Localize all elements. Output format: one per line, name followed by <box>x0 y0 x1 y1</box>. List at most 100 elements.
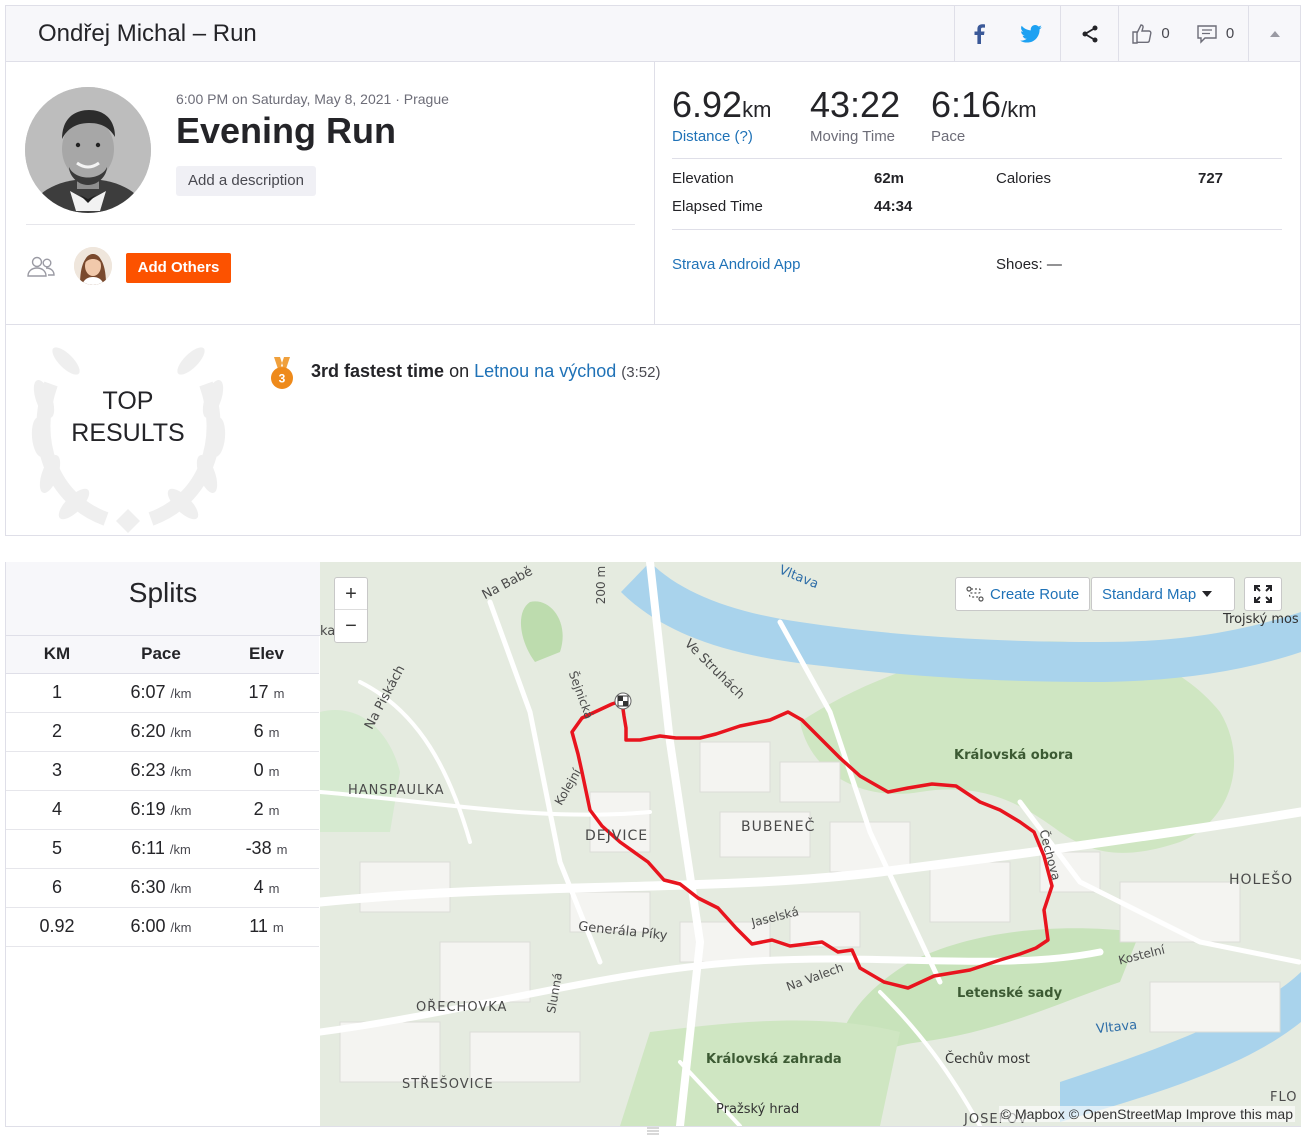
map-label-letenske-sady: Letenské sady <box>957 986 1063 1001</box>
split-pace-unit: /km <box>170 803 192 818</box>
map-tiles <box>320 562 1301 1126</box>
column-header-km: KM <box>6 636 108 674</box>
splits-title: Splits <box>6 562 320 636</box>
achievement-text: 3rd fastest time <box>311 361 445 381</box>
companion-avatar[interactable] <box>74 247 112 285</box>
start-finish-icon <box>614 692 632 710</box>
split-elev-unit: m <box>268 881 280 896</box>
zoom-in-button[interactable]: + <box>335 578 367 610</box>
kudos-count: 0 <box>1161 25 1170 42</box>
split-pace: 6:19 /km <box>108 790 214 830</box>
athlete-avatar[interactable] <box>25 87 151 213</box>
activity-title: Evening Run <box>176 110 397 151</box>
stat-moving-time: 43:22 Moving Time <box>810 84 900 145</box>
distance-help-link[interactable]: Distance (?) <box>672 128 771 145</box>
comments-button[interactable]: 0 <box>1182 6 1248 61</box>
top-results-section: TOP RESULTS 3 3rd fastest time on Letnou… <box>6 324 1300 536</box>
resize-handle-icon[interactable] <box>645 1126 661 1136</box>
group-icon <box>27 256 55 277</box>
pace-unit: /km <box>1001 97 1037 122</box>
split-elev-value: 11 <box>249 916 268 936</box>
create-route-label: Create Route <box>990 585 1080 603</box>
device-link[interactable]: Strava Android App <box>672 256 800 273</box>
split-pace-value: 6:23 <box>130 760 166 780</box>
activity-header: Ondřej Michal – Run 0 0 <box>5 5 1301 62</box>
elevation-value: 62m <box>874 170 905 187</box>
split-km: 0.92 <box>6 907 108 947</box>
split-km: 2 <box>6 712 108 752</box>
divider <box>672 229 1282 230</box>
split-pace-unit: /km <box>170 686 192 701</box>
split-elev-value: 6 <box>253 721 264 741</box>
table-row: 0.92 6:00 /km 11 m <box>6 907 319 947</box>
activity-summary-card: 6:00 PM on Saturday, May 8, 2021 · Pragu… <box>5 62 1301 536</box>
splits-panel: Splits KM Pace Elev 1 6:07 /km 17 m 2 6:20 /… <box>5 562 320 1126</box>
twitter-share-button[interactable] <box>1002 6 1060 61</box>
divider <box>26 224 635 225</box>
map-label-ka: ka <box>320 624 336 639</box>
elapsed-time-value: 44:34 <box>874 198 913 215</box>
route-map[interactable]: Na Babě Vltava Trojský mos 200 m ka Ve S… <box>320 562 1301 1126</box>
split-pace-value: 6:30 <box>130 877 166 897</box>
split-elev-unit: m <box>272 920 284 935</box>
map-label-kralovska-zahrada: Královská zahrada <box>706 1052 842 1067</box>
split-pace-value: 6:07 <box>130 682 166 702</box>
kudos-button[interactable]: 0 <box>1118 6 1182 61</box>
split-elev: 6 m <box>214 712 319 752</box>
map-label-holesovice: HOLEŠO <box>1229 872 1294 888</box>
table-row: 5 6:11 /km -38 m <box>6 829 319 869</box>
map-type-select[interactable]: Standard Map <box>1091 577 1235 611</box>
map-label-stresovice: STŘEŠOVICE <box>402 1077 494 1092</box>
elapsed-time-label: Elapsed Time <box>672 198 763 215</box>
achievement-item: 3rd fastest time on Letnou na východ (3:… <box>311 361 660 382</box>
split-pace-value: 6:00 <box>130 916 166 936</box>
caret-up-icon <box>1269 30 1280 37</box>
split-pace: 6:30 /km <box>108 868 214 908</box>
activity-date-location: 6:00 PM on Saturday, May 8, 2021 · Pragu… <box>176 91 449 107</box>
athlete-photo <box>25 87 151 213</box>
shoes-info: Shoes: — <box>996 256 1062 273</box>
fullscreen-button[interactable] <box>1244 577 1282 611</box>
split-elev-value: 0 <box>253 760 264 780</box>
split-pace-unit: /km <box>170 881 192 896</box>
collapse-button[interactable] <box>1248 6 1300 61</box>
table-row: 4 6:19 /km 2 m <box>6 790 319 830</box>
split-pace-unit: /km <box>170 764 192 779</box>
add-others-button[interactable]: Add Others <box>126 253 231 283</box>
split-km: 5 <box>6 829 108 869</box>
split-elev: 2 m <box>214 790 319 830</box>
top-results-title: TOP RESULTS <box>58 385 198 449</box>
moving-time-value: 43:22 <box>810 84 901 125</box>
split-km: 4 <box>6 790 108 830</box>
activity-stats: 6.92km Distance (?) 43:22 Moving Time 6:… <box>656 62 1301 324</box>
split-elev: -38 m <box>214 829 319 869</box>
map-label-trojsky-most: Trojský mos <box>1223 612 1299 627</box>
bronze-medal-icon: 3 <box>271 357 293 389</box>
segment-link[interactable]: Letnou na východ <box>474 361 616 381</box>
split-elev: 17 m <box>214 673 319 713</box>
share-button[interactable] <box>1060 6 1118 61</box>
facebook-share-button[interactable] <box>954 6 1002 61</box>
stat-pace: 6:16/km Pace <box>931 84 1037 145</box>
split-elev-value: 17 <box>248 682 269 702</box>
split-pace-unit: /km <box>169 842 191 857</box>
split-elev: 0 m <box>214 751 319 791</box>
split-elev-unit: m <box>268 803 280 818</box>
add-description-button[interactable]: Add a description <box>176 166 316 196</box>
create-route-button[interactable]: Create Route <box>955 577 1091 611</box>
map-label-kralovska-obora: Královská obora <box>954 748 1074 763</box>
pace-value: 6:16 <box>931 84 1002 125</box>
calories-label: Calories <box>996 170 1052 187</box>
zoom-control: + − <box>334 577 368 643</box>
column-header-pace: Pace <box>108 636 214 674</box>
distance-value: 6.92 <box>672 84 743 125</box>
chevron-down-icon <box>1202 591 1213 597</box>
split-elev: 11 m <box>214 907 319 947</box>
split-elev-unit: m <box>276 842 288 857</box>
pace-label: Pace <box>931 128 966 145</box>
moving-time-label: Moving Time <box>810 128 896 145</box>
header-actions: 0 0 <box>954 6 1300 61</box>
table-row: 2 6:20 /km 6 m <box>6 712 319 752</box>
map-attribution[interactable]: © Mapbox © OpenStreetMap Improve this ma… <box>998 1106 1295 1122</box>
zoom-out-button[interactable]: − <box>335 610 367 642</box>
